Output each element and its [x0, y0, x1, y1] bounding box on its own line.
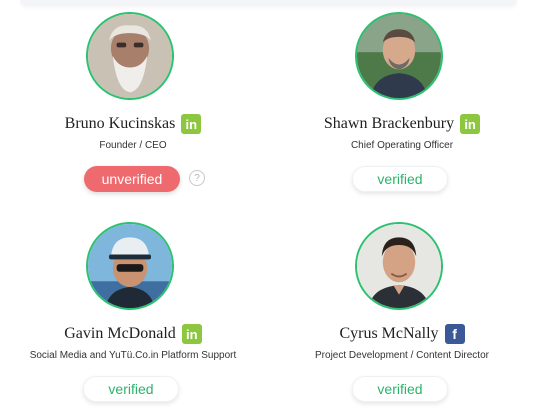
team-member-card: Bruno Kucinskas in Founder / CEO unverif… — [8, 8, 258, 208]
team-member-card: Shawn Brackenbury in Chief Operating Off… — [277, 8, 527, 208]
member-role: Founder / CEO — [99, 140, 167, 151]
avatar — [355, 222, 443, 310]
avatar-photo — [88, 224, 172, 308]
member-name: Shawn Brackenbury — [323, 115, 455, 132]
name-row: Cyrus McNally f — [277, 323, 527, 345]
avatar — [86, 12, 174, 100]
avatar-photo — [88, 14, 172, 98]
name-row: Bruno Kucinskas in — [8, 113, 258, 135]
verified-badge[interactable]: verified — [83, 376, 179, 402]
member-name: Cyrus McNally — [339, 325, 439, 342]
linkedin-icon[interactable]: in — [460, 114, 481, 134]
unverified-badge[interactable]: unverified — [84, 166, 180, 192]
team-member-card: Cyrus McNally f Project Development / Co… — [277, 218, 527, 418]
top-panel-edge — [20, 0, 517, 6]
avatar — [86, 222, 174, 310]
name-row: Shawn Brackenbury in — [277, 113, 527, 135]
linkedin-icon[interactable]: in — [181, 324, 202, 344]
avatar — [355, 12, 443, 100]
verified-badge[interactable]: verified — [352, 166, 448, 192]
verified-badge[interactable]: verified — [352, 376, 448, 402]
avatar-photo — [357, 224, 441, 308]
facebook-icon[interactable]: f — [444, 324, 465, 344]
help-icon[interactable]: ? — [189, 170, 205, 186]
member-role: Chief Operating Officer — [350, 140, 454, 151]
member-name: Gavin McDonald — [64, 325, 176, 342]
member-role: Social Media and YuTü.Co.in Platform Sup… — [29, 350, 237, 361]
team-member-card: Gavin McDonald in Social Media and YuTü.… — [8, 218, 258, 418]
linkedin-icon[interactable]: in — [181, 114, 202, 134]
member-name: Bruno Kucinskas — [64, 115, 176, 132]
avatar-photo — [357, 14, 441, 98]
member-role: Project Development / Content Director — [315, 350, 489, 361]
name-row: Gavin McDonald in — [8, 323, 258, 345]
